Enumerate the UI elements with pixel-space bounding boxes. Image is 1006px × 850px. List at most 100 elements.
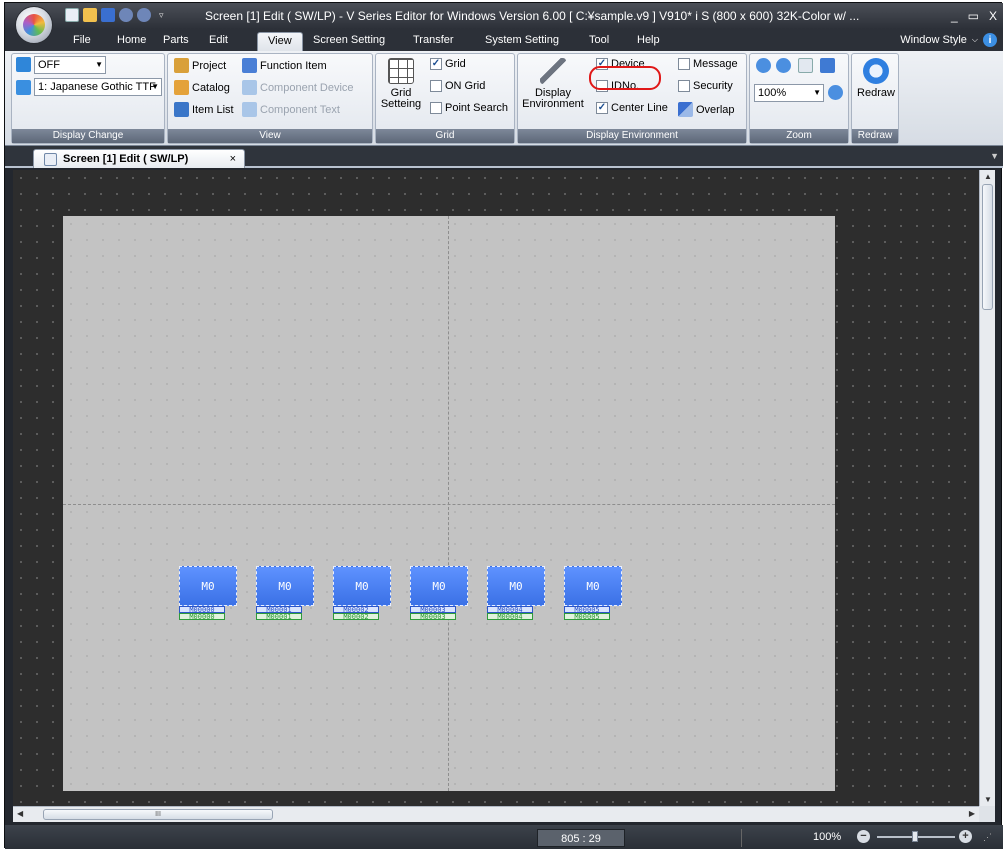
group-label: Zoom	[750, 129, 848, 143]
grid-checkbox[interactable]: ✓ Grid	[430, 58, 466, 70]
vertical-scroll-thumb[interactable]	[982, 184, 993, 310]
group-redraw: Redraw Redraw	[851, 53, 899, 144]
zoom-combo[interactable]: 100% ▼	[754, 84, 824, 102]
menu-tab-file[interactable]: File	[63, 32, 101, 51]
zoom-100-icon[interactable]	[798, 58, 813, 73]
catalog-button[interactable]: Catalog	[174, 80, 230, 95]
message-label: Message	[693, 58, 738, 70]
security-checkbox[interactable]: Security	[678, 80, 733, 92]
checkbox-icon	[678, 80, 690, 92]
switch-part[interactable]: M0 M00003 M00003	[410, 566, 468, 620]
application-menu-button[interactable]	[15, 6, 53, 44]
catalog-label: Catalog	[192, 81, 230, 94]
quick-access-toolbar: ▿	[65, 8, 164, 22]
redo-icon[interactable]	[137, 8, 151, 22]
project-icon	[174, 58, 189, 73]
title-bar: ▿ Screen [1] Edit ( SW/LP) - V Series Ed…	[5, 3, 1003, 29]
menu-tab-transfer[interactable]: Transfer	[403, 32, 464, 51]
menu-tab-edit[interactable]: Edit	[199, 32, 238, 51]
switch-part[interactable]: M0 M00002 M00002	[333, 566, 391, 620]
window-style-label: Window Style	[900, 34, 967, 46]
restore-button[interactable]: ▭	[968, 9, 979, 23]
component-text-button[interactable]: Component Text	[242, 102, 340, 117]
component-device-icon	[242, 80, 257, 95]
menu-bar: File Home Parts Edit View Screen Setting…	[5, 29, 1003, 51]
device-address-label: M00002	[333, 613, 379, 620]
overlap-icon	[678, 102, 693, 117]
status-divider	[741, 829, 742, 847]
screen-area[interactable]: M0 M00000 M00000 M0 M00001 M00001 M0 M00…	[63, 216, 835, 791]
function-item-button[interactable]: Function Item	[242, 58, 327, 73]
on-grid-checkbox[interactable]: ON Grid	[430, 80, 485, 92]
grid-setting-button[interactable]: Grid Setteing	[378, 58, 424, 110]
item-list-button[interactable]: Item List	[174, 102, 234, 117]
tab-list-dropdown-icon[interactable]: ▼	[990, 151, 999, 161]
overlap-label: Overlap	[696, 103, 735, 116]
fit-window-icon[interactable]	[820, 58, 835, 73]
save-icon[interactable]	[101, 8, 115, 22]
menu-tab-screen-setting[interactable]: Screen Setting	[303, 32, 395, 51]
device-address-label: M00001	[256, 606, 302, 613]
qat-dropdown-icon[interactable]: ▿	[159, 10, 164, 21]
group-label: Display Environment	[518, 129, 746, 143]
resize-grip-icon[interactable]: ⋰	[983, 832, 992, 843]
chevron-down-icon: ▼	[151, 82, 159, 91]
help-icon[interactable]: i	[983, 33, 997, 47]
zoom-out-icon[interactable]	[776, 58, 791, 73]
device-address-label: M00003	[410, 613, 456, 620]
zoom-minus-icon[interactable]: −	[857, 830, 870, 843]
device-address-label: M00005	[564, 606, 610, 613]
switch-part[interactable]: M0 M00004 M00004	[487, 566, 545, 620]
chevron-down-icon: ▼	[95, 60, 103, 69]
zoom-in-icon[interactable]	[756, 58, 771, 73]
app-logo-icon	[23, 14, 45, 36]
tab-screen-1-edit[interactable]: Screen [1] Edit ( SW/LP) ×	[33, 149, 245, 168]
point-search-checkbox[interactable]: Point Search	[430, 102, 508, 114]
grid-setting-label-line2: Setteing	[380, 98, 422, 110]
menu-tab-help[interactable]: Help	[627, 32, 670, 51]
zoom-slider-thumb[interactable]	[912, 831, 918, 842]
vertical-scrollbar[interactable]: ▲ ▼	[979, 170, 995, 806]
zoom-search-icon[interactable]	[828, 85, 843, 100]
scroll-up-icon[interactable]: ▲	[984, 172, 992, 181]
zoom-plus-icon[interactable]: +	[959, 830, 972, 843]
switch-part[interactable]: M0 M00000 M00000	[179, 566, 237, 620]
switch-part[interactable]: M0 M00001 M00001	[256, 566, 314, 620]
display-mode-combo[interactable]: OFF ▼	[34, 56, 106, 74]
close-tab-icon[interactable]: ×	[230, 153, 236, 165]
menu-tab-view[interactable]: View	[257, 32, 303, 51]
window-style-menu[interactable]: Window Style ⌵ i	[900, 33, 997, 47]
display-mode-value: OFF	[38, 59, 60, 71]
message-checkbox[interactable]: Message	[678, 58, 738, 70]
device-address-label: M00000	[179, 613, 225, 620]
font-combo[interactable]: 1: Japanese Gothic TTF ▼	[34, 78, 162, 96]
horizontal-scrollbar[interactable]: ◀ III ▶	[13, 806, 979, 822]
display-environment-button[interactable]: Display Environment	[520, 58, 586, 110]
open-folder-icon[interactable]	[83, 8, 97, 22]
display-mode-icon	[16, 57, 31, 72]
project-button[interactable]: Project	[174, 58, 226, 73]
overlap-button[interactable]: Overlap	[678, 102, 735, 117]
scroll-grip-label: III	[155, 811, 161, 818]
scroll-right-icon[interactable]: ▶	[969, 809, 975, 818]
device-highlight-marker	[589, 66, 661, 90]
center-line-checkbox[interactable]: ✓ Center Line	[596, 102, 668, 114]
edit-canvas[interactable]: M0 M00000 M00000 M0 M00001 M00001 M0 M00…	[13, 170, 979, 806]
redraw-button-label: Redraw	[857, 87, 895, 99]
scroll-left-icon[interactable]: ◀	[17, 809, 23, 818]
horizontal-scroll-thumb[interactable]: III	[43, 809, 273, 820]
menu-tab-tool[interactable]: Tool	[579, 32, 619, 51]
menu-tab-home[interactable]: Home	[107, 32, 156, 51]
redraw-button[interactable]: Redraw	[854, 58, 898, 99]
new-file-icon[interactable]	[65, 8, 79, 22]
undo-icon[interactable]	[119, 8, 133, 22]
status-bar: 805 : 29 100% − + ⋰	[5, 825, 1003, 849]
close-button[interactable]: X	[989, 9, 997, 23]
component-device-button[interactable]: Component Device	[242, 80, 354, 95]
menu-tab-parts[interactable]: Parts	[153, 32, 199, 51]
group-view: Project Catalog Item List Function Item …	[167, 53, 373, 144]
menu-tab-system-setting[interactable]: System Setting	[475, 32, 569, 51]
scroll-down-icon[interactable]: ▼	[984, 795, 992, 804]
minimize-button[interactable]: _	[951, 9, 958, 23]
switch-part[interactable]: M0 M00005 M00005	[564, 566, 622, 620]
